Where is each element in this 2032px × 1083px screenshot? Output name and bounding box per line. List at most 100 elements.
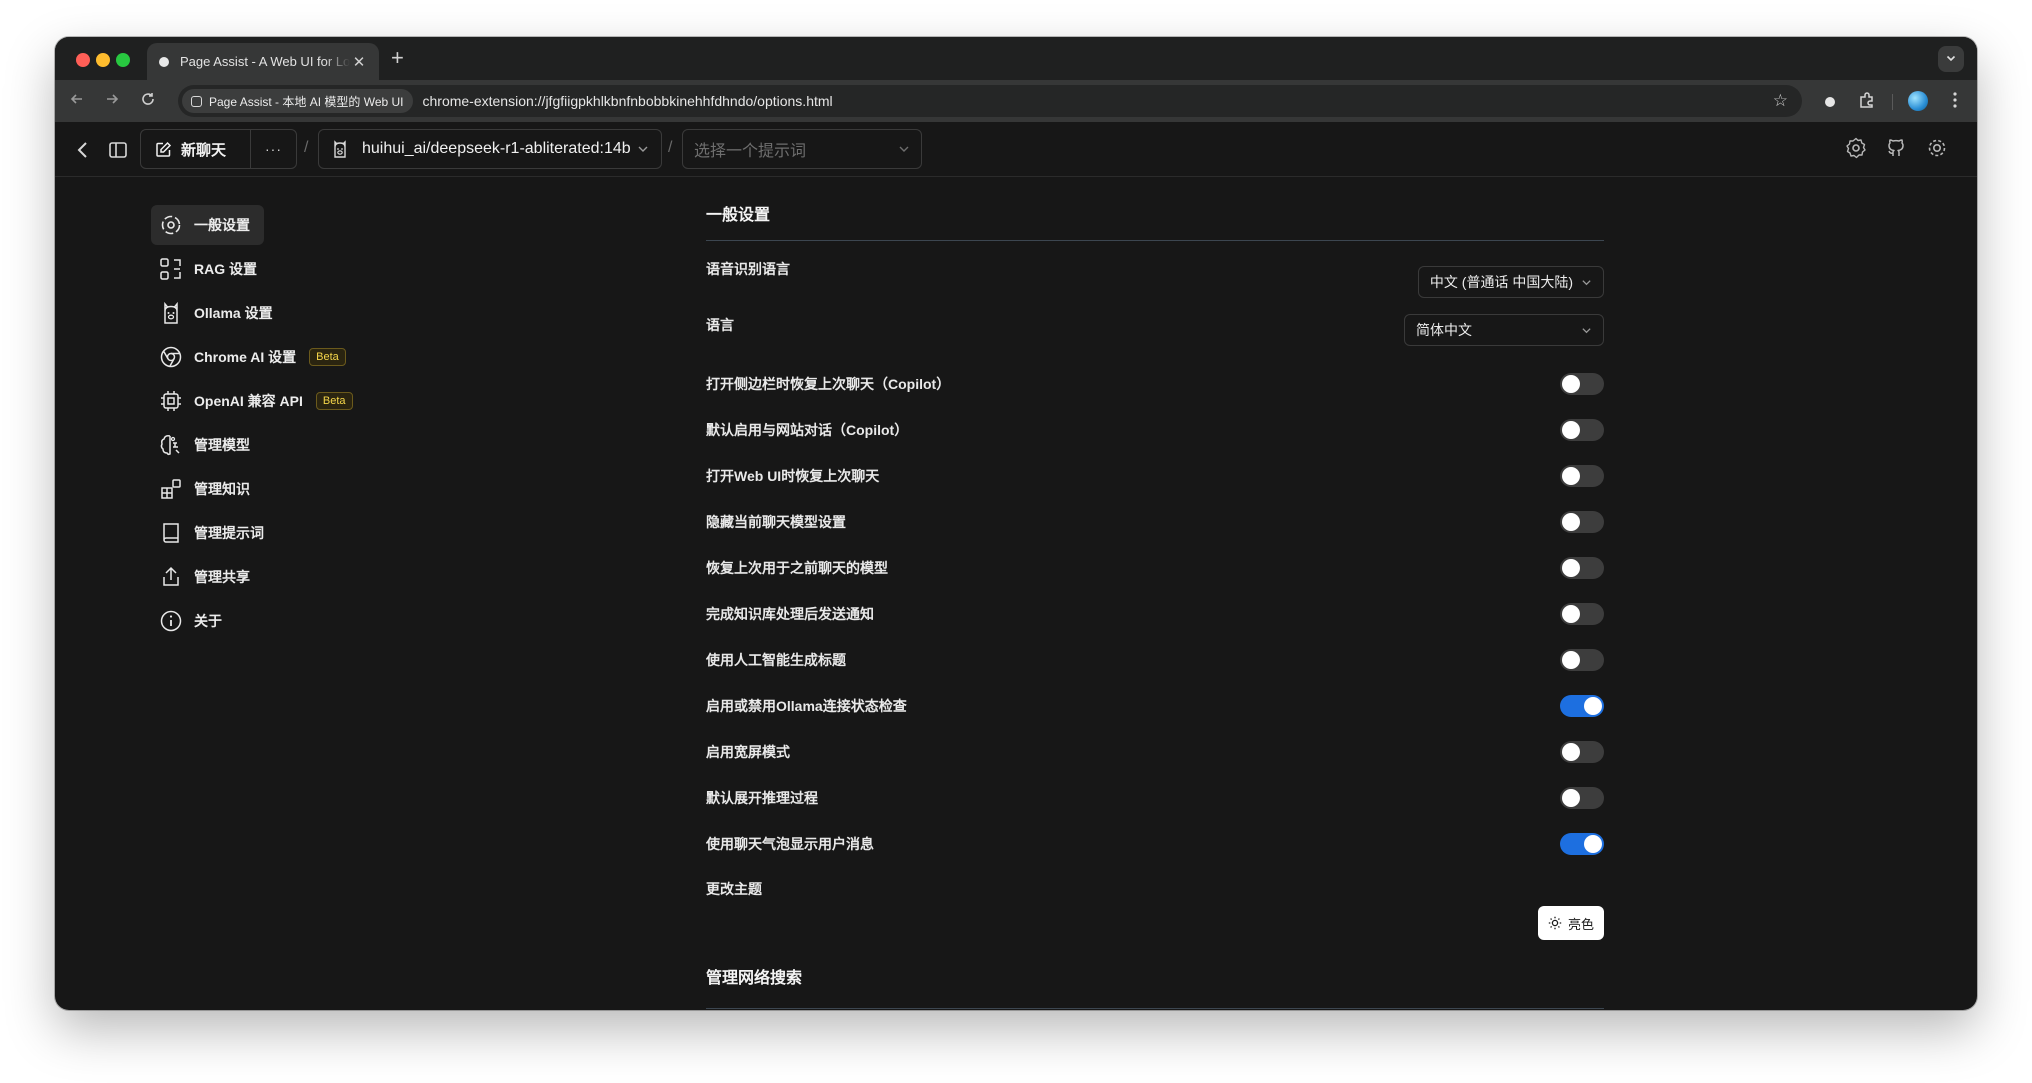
toggle-switch[interactable] — [1560, 741, 1604, 763]
toggle-switch[interactable] — [1560, 465, 1604, 487]
chevron-down-icon — [638, 146, 648, 152]
select-value: 中文 (普通话 中国大陆) — [1429, 274, 1573, 290]
toggle-switch[interactable] — [1560, 695, 1604, 717]
toggle-row: 默认展开推理过程 — [706, 775, 1604, 821]
sidebar-item-label: 一般设置 — [194, 217, 250, 233]
setting-label: 更改主题 — [706, 881, 762, 897]
app-header: 新聊天 ··· / huihui_ai/deepseek-r1-ablitera… — [55, 122, 1977, 177]
toggle-row: 启用宽屏模式 — [706, 729, 1604, 775]
toggle-row: 打开Web UI时恢复上次聊天 — [706, 453, 1604, 499]
toggle-list: 打开侧边栏时恢复上次聊天（Copilot） 默认启用与网站对话（Copilot）… — [706, 361, 1604, 867]
chevron-down-icon — [1582, 279, 1591, 285]
browser-tab[interactable]: Page Assist - A Web UI for Local AI Mode… — [147, 43, 379, 80]
toggle-row: 恢复上次用于之前聊天的模型 — [706, 545, 1604, 591]
gear-icon[interactable] — [1925, 136, 1949, 165]
record-indicator-icon[interactable] — [1825, 97, 1835, 107]
settings-outline-icon[interactable] — [1844, 136, 1868, 165]
toggle-row: 使用人工智能生成标题 — [706, 637, 1604, 683]
setting-label: 完成知识库处理后发送通知 — [706, 606, 874, 622]
sidebar-item-openai-api[interactable]: OpenAI 兼容 API Beta — [151, 381, 421, 421]
sidebar-toggle-icon[interactable] — [108, 122, 128, 177]
back-chevron-icon[interactable] — [75, 122, 91, 177]
setting-label: 默认启用与网站对话（Copilot） — [706, 422, 909, 438]
general-settings-panel: 一般设置 语音识别语言 中文 (普通话 中国大陆) 语言 简体中文 打开侧边栏时… — [706, 197, 1604, 1009]
sidebar-item-label: OpenAI 兼容 API — [194, 393, 303, 409]
speech-language-select[interactable]: 中文 (普通话 中国大陆) — [1417, 266, 1604, 298]
toggle-switch[interactable] — [1560, 557, 1604, 579]
section-title: 管理网络搜索 — [706, 961, 1604, 1009]
new-tab-button[interactable]: + — [391, 46, 404, 70]
profile-avatar[interactable] — [1908, 91, 1928, 111]
site-info-chip[interactable]: Page Assist - 本地 AI 模型的 Web UI — [182, 89, 413, 113]
close-window-button[interactable] — [76, 53, 90, 67]
chrome-icon — [160, 346, 182, 368]
toggle-switch[interactable] — [1560, 373, 1604, 395]
arrow-right-icon — [107, 94, 119, 104]
toggle-switch[interactable] — [1560, 511, 1604, 533]
toggle-switch[interactable] — [1560, 649, 1604, 671]
bookmark-star-icon[interactable]: ☆ — [1773, 91, 1788, 111]
toggle-switch[interactable] — [1560, 419, 1604, 441]
browser-menu-icon[interactable] — [1952, 91, 1958, 115]
setting-label: 打开Web UI时恢复上次聊天 — [706, 468, 880, 484]
sidebar-item-label: Chrome AI 设置 — [194, 349, 297, 365]
new-chat-button[interactable]: 新聊天 — [141, 130, 251, 168]
sidebar-item-label: RAG 设置 — [194, 261, 257, 277]
sidebar-item-prompts[interactable]: 管理提示词 — [151, 513, 421, 553]
sidebar-item-label: Ollama 设置 — [194, 305, 273, 321]
toggle-switch[interactable] — [1560, 787, 1604, 809]
minimize-window-button[interactable] — [96, 53, 110, 67]
beta-badge: Beta — [315, 392, 353, 410]
prompt-select[interactable]: 选择一个提示词 — [682, 129, 922, 169]
sidebar-item-label: 关于 — [194, 613, 222, 629]
model-name: huihui_ai/deepseek-r1-abliterated:14b — [362, 140, 631, 157]
setting-label: 启用或禁用Ollama连接状态检查 — [706, 698, 907, 714]
sidebar-item-models[interactable]: 管理模型 — [151, 425, 421, 465]
sun-icon — [1548, 916, 1562, 930]
language-select[interactable]: 简体中文 — [1404, 314, 1604, 346]
tab-close-icon[interactable]: ✕ — [351, 53, 367, 71]
extension-page-icon — [191, 95, 202, 107]
url-text[interactable]: chrome-extension://jfgfiigpkhlkbnfnbobbk… — [423, 93, 833, 109]
back-button[interactable] — [69, 88, 85, 114]
prompt-placeholder: 选择一个提示词 — [694, 143, 807, 160]
address-bar[interactable]: Page Assist - 本地 AI 模型的 Web UI chrome-ex… — [178, 85, 1802, 117]
toggle-switch[interactable] — [1560, 833, 1604, 855]
toggle-row: 打开侧边栏时恢复上次聊天（Copilot） — [706, 361, 1604, 407]
sidebar-item-about[interactable]: 关于 — [151, 601, 421, 641]
sidebar-item-rag[interactable]: RAG 设置 — [151, 249, 421, 289]
info-icon — [160, 610, 182, 632]
sidebar-item-share[interactable]: 管理共享 — [151, 557, 421, 597]
settings-sidebar: 一般设置 RAG 设置 Ollama 设置 Chrome AI 设置 Beta … — [151, 205, 471, 645]
sidebar-item-chrome-ai[interactable]: Chrome AI 设置 Beta — [151, 337, 421, 377]
model-select[interactable]: huihui_ai/deepseek-r1-abliterated:14b — [318, 129, 662, 169]
toolbar-divider — [1892, 94, 1893, 110]
setting-label: 使用聊天气泡显示用户消息 — [706, 836, 874, 852]
toggle-row: 默认启用与网站对话（Copilot） — [706, 407, 1604, 453]
beta-badge: Beta — [309, 348, 346, 366]
more-options-button[interactable]: ··· — [251, 130, 296, 168]
sidebar-item-knowledge[interactable]: 管理知识 — [151, 469, 421, 509]
sidebar-item-general[interactable]: 一般设置 — [151, 205, 264, 245]
toggle-switch[interactable] — [1560, 603, 1604, 625]
theme-toggle-button[interactable]: 亮色 — [1537, 906, 1604, 940]
setting-label: 打开侧边栏时恢复上次聊天（Copilot） — [706, 376, 951, 392]
favicon-icon — [159, 56, 169, 67]
share-icon — [163, 566, 179, 586]
setting-label: 隐藏当前聊天模型设置 — [706, 514, 846, 530]
toggle-row: 启用或禁用Ollama连接状态检查 — [706, 683, 1604, 729]
github-icon[interactable] — [1884, 136, 1908, 165]
sidebar-item-ollama[interactable]: Ollama 设置 — [151, 293, 421, 333]
extensions-icon[interactable] — [1858, 91, 1876, 115]
maximize-window-button[interactable] — [116, 53, 130, 67]
tab-search-button[interactable] — [1938, 46, 1964, 72]
site-chip-label: Page Assist - 本地 AI 模型的 Web UI — [209, 94, 404, 109]
reload-icon — [142, 93, 154, 105]
forward-button[interactable] — [104, 88, 120, 114]
rag-icon — [160, 258, 181, 280]
setting-label: 默认展开推理过程 — [706, 790, 818, 806]
reload-button[interactable] — [140, 88, 156, 114]
tab-strip: Page Assist - A Web UI for Local AI Mode… — [55, 37, 1977, 80]
chevron-down-icon — [1582, 327, 1591, 333]
chevron-down-icon — [899, 146, 909, 152]
